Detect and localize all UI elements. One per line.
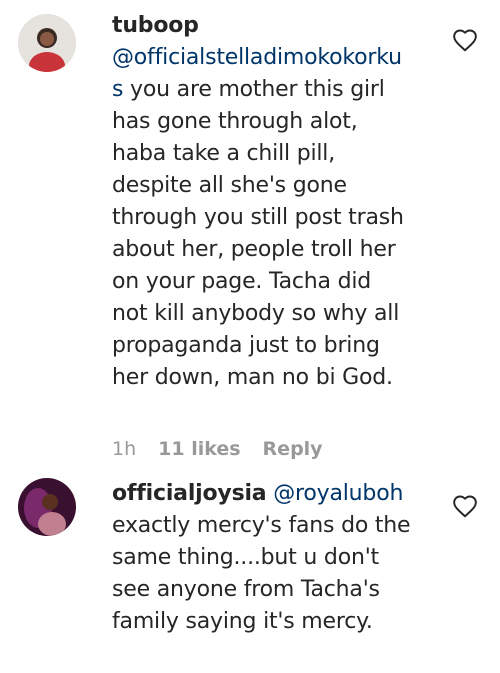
comment-likes-count[interactable]: 11 likes [158, 438, 240, 460]
avatar[interactable] [18, 14, 76, 72]
comment-timestamp: 1h [112, 438, 137, 460]
comment-text-line: see anyone from Tacha's [112, 577, 380, 602]
comment-text-line: despite all she's gone [112, 173, 347, 198]
comment-text-line: her down, man no bi God. [112, 365, 393, 390]
comment-text-line: same thing....but u don't [112, 545, 379, 570]
comment-body: officialjoysia @royaluboh exactly mercy'… [112, 478, 442, 638]
comment-text-line: about her, people troll her [112, 237, 396, 262]
comment-mention[interactable]: @royaluboh [273, 481, 403, 506]
comment-item: tuboop @officialstelladimokokorku s you … [0, 0, 500, 470]
comment-mention[interactable]: @officialstelladimokokorku [112, 45, 402, 70]
comment-text-line: on your page. Tacha did [112, 269, 372, 294]
comment-meta: 1h 11 likes Reply [112, 438, 323, 460]
comment-text-line: propaganda just to bring [112, 333, 380, 358]
comment-item: officialjoysia @royaluboh exactly mercy'… [0, 470, 500, 673]
comment-text-line: has gone through alot, [112, 109, 358, 134]
comment-text-line: you are mother this girl [123, 77, 385, 102]
comment-text-line: exactly mercy's fans do the [112, 513, 411, 538]
avatar-image [18, 478, 76, 536]
avatar[interactable] [18, 478, 76, 536]
comment-text-line: through you still post trash [112, 205, 404, 230]
comment-username[interactable]: tuboop [112, 13, 199, 38]
comment-body: tuboop @officialstelladimokokorku s you … [112, 10, 442, 394]
comment-text-line: family saying it's mercy. [112, 609, 373, 634]
heart-outline-icon[interactable] [452, 28, 478, 52]
heart-outline-icon[interactable] [452, 494, 478, 518]
reply-button[interactable]: Reply [263, 438, 323, 460]
comment-username[interactable]: officialjoysia [112, 481, 267, 506]
comment-text-line: haba take a chill pill, [112, 141, 335, 166]
avatar-image [18, 14, 76, 72]
comment-mention-wrap[interactable]: s [112, 77, 123, 102]
comment-text-line: not kill anybody so why all [112, 301, 400, 326]
